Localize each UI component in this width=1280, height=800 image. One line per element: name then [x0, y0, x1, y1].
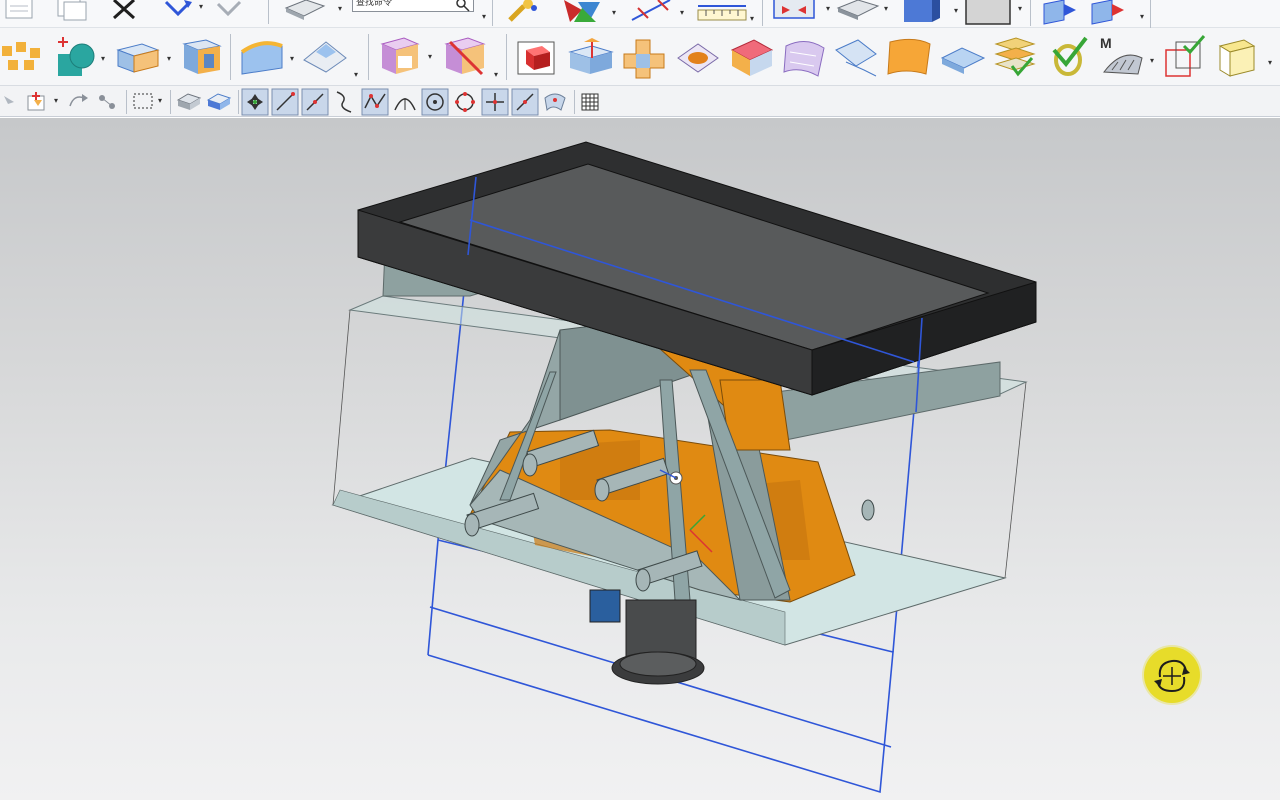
- copy-icon[interactable]: [52, 0, 92, 22]
- graphics-viewport[interactable]: [0, 118, 1280, 800]
- extrude-icon[interactable]: [114, 40, 162, 76]
- box-icon[interactable]: [514, 38, 560, 78]
- arc-center-icon[interactable]: [391, 88, 419, 116]
- endpoint-snap-icon[interactable]: [241, 88, 269, 116]
- patch-icon[interactable]: [674, 38, 722, 78]
- shell-dropdown-icon[interactable]: ▾: [428, 52, 432, 61]
- face-icon[interactable]: [206, 90, 234, 114]
- blend-dropdown-icon[interactable]: ▾: [290, 54, 294, 63]
- view-icon[interactable]: [282, 0, 328, 22]
- trim-body-icon[interactable]: [440, 36, 490, 80]
- extrude-dropdown-icon[interactable]: ▾: [167, 54, 171, 63]
- surface-point-icon[interactable]: [541, 88, 569, 116]
- edge-blend-icon[interactable]: [238, 38, 286, 78]
- datum-plane-icon[interactable]: [1036, 0, 1080, 26]
- cut-icon[interactable]: [108, 0, 142, 22]
- section-dropdown-icon[interactable]: ▾: [1140, 12, 1144, 21]
- unite-icon[interactable]: [52, 34, 98, 78]
- curve-snap-icon[interactable]: [331, 88, 359, 116]
- filter-dropdown-icon[interactable]: ▾: [612, 8, 616, 17]
- chamfer-dropdown-icon[interactable]: ▾: [354, 70, 358, 79]
- rotate-view-indicator[interactable]: [1144, 647, 1200, 703]
- fit-view-icon[interactable]: [772, 0, 816, 22]
- control-point-icon[interactable]: [361, 88, 389, 116]
- deviation-dropdown-icon[interactable]: ▾: [1150, 56, 1154, 65]
- check-geometry-icon[interactable]: [1048, 34, 1092, 80]
- section-view-icon[interactable]: [1086, 0, 1130, 26]
- intersection-icon[interactable]: [481, 88, 509, 116]
- hole-icon[interactable]: [180, 38, 224, 78]
- filter-dropdown-icon-2[interactable]: ▾: [54, 96, 58, 105]
- quadrant-icon[interactable]: [451, 88, 479, 116]
- thicken-icon[interactable]: [992, 36, 1040, 80]
- bottom-post: [589, 589, 705, 685]
- measure-dropdown-icon[interactable]: ▾: [680, 8, 684, 17]
- bounded-plane-icon[interactable]: [780, 36, 828, 80]
- rotate-view-icon: [1154, 659, 1190, 693]
- rectangle-select-icon[interactable]: [132, 90, 156, 114]
- ruler-icon[interactable]: [696, 0, 748, 24]
- ruler-dropdown-icon[interactable]: ▾: [750, 14, 754, 23]
- search-icon[interactable]: [455, 0, 471, 12]
- pattern-feature-icon[interactable]: [0, 38, 44, 76]
- circle-center-icon[interactable]: [421, 88, 449, 116]
- shell-icon[interactable]: [376, 36, 424, 80]
- tangent-icon[interactable]: [511, 88, 539, 116]
- render-dropdown-icon[interactable]: ▾: [884, 4, 888, 13]
- midpoint-snap-icon[interactable]: [301, 88, 329, 116]
- filter-icon[interactable]: [24, 90, 50, 114]
- solid-icon[interactable]: [176, 90, 204, 114]
- line-snap-icon[interactable]: [271, 88, 299, 116]
- more-tools-dropdown-icon[interactable]: ▾: [1268, 58, 1272, 67]
- top-frame: [357, 141, 1037, 396]
- sew-icon[interactable]: [884, 38, 934, 78]
- measure-icon[interactable]: [628, 0, 674, 24]
- replace-face-icon[interactable]: [728, 36, 776, 80]
- deviation-icon[interactable]: M: [1098, 36, 1148, 80]
- wireframe-box-icon[interactable]: [1214, 36, 1260, 80]
- fit-dropdown-icon[interactable]: ▾: [826, 4, 830, 13]
- new-file-icon[interactable]: [0, 0, 40, 22]
- split-body-icon[interactable]: [566, 36, 616, 80]
- select-dropdown-icon[interactable]: ▾: [158, 96, 162, 105]
- unite-dropdown-icon[interactable]: ▾: [101, 54, 105, 63]
- snap-icon[interactable]: [94, 90, 120, 114]
- selection-toolbar: ▾ ▾: [0, 86, 1280, 117]
- background-dropdown-icon[interactable]: ▾: [1018, 4, 1022, 13]
- tools-icon[interactable]: [504, 0, 544, 24]
- shaded-cube-icon[interactable]: [898, 0, 944, 24]
- redo-icon[interactable]: [210, 0, 246, 22]
- view-dropdown-icon[interactable]: ▾: [338, 4, 342, 13]
- chamfer-icon[interactable]: [300, 38, 350, 78]
- shaded-dropdown-icon[interactable]: ▾: [954, 6, 958, 15]
- background-icon[interactable]: [964, 0, 1012, 26]
- surface-icon[interactable]: [938, 38, 988, 78]
- quick-access-toolbar: ▾ ▾ 查找命令 ▾ ▾ ▾ ▾ ▾ ▾ ▾ ▾ ▾: [0, 0, 1280, 28]
- undo-dropdown-icon[interactable]: ▾: [199, 2, 203, 11]
- cad-model[interactable]: [0, 118, 1280, 800]
- render-mode-icon[interactable]: [834, 0, 882, 22]
- ruled-surface-icon[interactable]: [832, 36, 880, 80]
- feature-toolbar: ▾ ▾ ▾ ▾ ▾ ▾ M ▾ ▾: [0, 28, 1280, 86]
- search-dropdown-icon[interactable]: ▾: [482, 12, 486, 21]
- relation-icon[interactable]: [64, 90, 90, 114]
- svg-text:M: M: [1100, 36, 1112, 51]
- trim-dropdown-icon[interactable]: ▾: [494, 70, 498, 79]
- design-check-icon[interactable]: [1160, 34, 1210, 80]
- undo-icon[interactable]: [160, 0, 196, 22]
- select-arrow-icon[interactable]: [0, 92, 22, 112]
- select-filter-icon[interactable]: [560, 0, 604, 24]
- offset-face-icon[interactable]: [620, 36, 668, 80]
- grid-icon[interactable]: [578, 90, 604, 114]
